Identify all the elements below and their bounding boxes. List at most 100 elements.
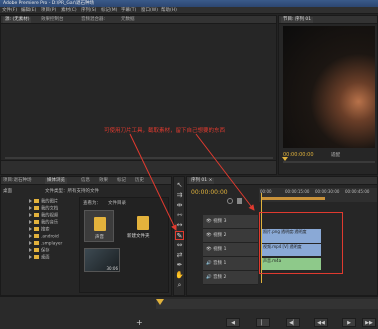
program-video-frame	[283, 26, 375, 148]
menu-item-sequence[interactable]: 序列(S)	[81, 7, 96, 14]
menu-item-window[interactable]: 窗口(W)	[141, 7, 158, 14]
tree-item[interactable]: .smplayer	[29, 241, 62, 247]
track-header-audio-2[interactable]: 🔊 音频 2	[203, 271, 258, 285]
program-playhead-icon[interactable]	[282, 157, 288, 161]
tree-item-label: 保存	[41, 248, 50, 254]
menu-bar: 文件(F) 编辑(E) 项目(P) 素材(C) 序列(S) 标记(M) 字幕(T…	[0, 7, 378, 14]
tree-item[interactable]: .android	[29, 234, 59, 240]
timeline-tabbar: 序列 01 ×	[187, 177, 377, 185]
tree-item[interactable]: 保存	[29, 248, 50, 254]
folder-icon	[34, 213, 39, 217]
project-panel: 项目:退石种场 媒体浏览 信息 效果 标记 历史 桌面 文件类型：所有支持的文件…	[0, 176, 172, 296]
tree-item[interactable]: 搜索	[29, 227, 50, 233]
menu-item-project[interactable]: 项目(P)	[41, 7, 56, 14]
menu-item-help[interactable]: 帮助(H)	[161, 7, 177, 14]
file-item-label: 声音	[95, 235, 104, 240]
select-tool-icon[interactable]: ↖	[175, 181, 184, 190]
rate-stretch-tool-icon[interactable]: ↔	[175, 221, 184, 230]
expand-icon	[29, 227, 32, 231]
menu-item-file[interactable]: 文件(F)	[2, 7, 17, 14]
expand-icon	[29, 241, 32, 245]
menu-item-marker[interactable]: 标记(M)	[101, 7, 117, 14]
track-label: 音频 1	[213, 261, 227, 266]
tree-item[interactable]: 我的音乐	[29, 220, 58, 226]
program-scrubber[interactable]	[283, 161, 375, 163]
tree-item-label: 我的视频	[41, 213, 59, 219]
speaker-icon: 🔊	[206, 261, 214, 266]
tree-item[interactable]: 我的文档	[29, 206, 58, 212]
source-bottom-bar	[1, 160, 276, 174]
tree-item[interactable]: 我的视频	[29, 213, 58, 219]
source-tabbar: 源: (无素材) 效果控制台 音频混合器: 元数据	[1, 16, 276, 24]
folder-icon	[34, 220, 39, 224]
project-tabbar: 项目:退石种场 媒体浏览 信息 效果 标记 历史	[1, 177, 171, 185]
expand-icon	[29, 234, 32, 238]
timeline-panel: 序列 01 × 00:00:00:00 00:00 00:00:15:00 00…	[186, 176, 378, 296]
expand-icon	[29, 213, 32, 217]
menu-item-edit[interactable]: 编辑(E)	[21, 7, 36, 14]
pen-tool-icon[interactable]: ✒	[175, 261, 184, 270]
slide-tool-icon[interactable]: ⇄	[175, 251, 184, 260]
tab-effect-controls[interactable]: 效果控制台	[41, 17, 64, 23]
track-select-tool-icon[interactable]: ⇉	[175, 191, 184, 200]
track-header-audio-1[interactable]: 🔊 音频 1	[203, 257, 258, 271]
tab-source[interactable]: 源: (无素材)	[3, 17, 32, 23]
zoom-tool-icon[interactable]: ⌕	[175, 281, 184, 290]
hand-tool-icon[interactable]: ✋	[175, 271, 184, 280]
tab-audio-mixer[interactable]: 音频混合器:	[81, 17, 105, 23]
tab-sequence[interactable]: 序列 01 ×	[189, 178, 215, 184]
file-view: 查看为： 文件目录 声音 新建文件夹 30:06	[79, 197, 169, 293]
track-header-video-1[interactable]: 👁 视频 1	[203, 243, 258, 257]
work-area-bar[interactable]	[261, 197, 325, 200]
tree-item-label: .smplayer	[41, 241, 63, 247]
timeline-ruler[interactable]: 00:00 00:00:15:00 00:00:30:00 00:00:45:0…	[259, 188, 377, 202]
tab-info[interactable]: 信息	[81, 178, 90, 184]
menu-item-title[interactable]: 字幕(T)	[121, 7, 136, 14]
tab-media-browser[interactable]: 媒体浏览	[45, 178, 67, 184]
expand-icon	[29, 220, 32, 224]
tab-metadata[interactable]: 元数据	[121, 17, 135, 23]
drive-dropdown[interactable]: 桌面	[3, 188, 12, 194]
go-to-in-button[interactable]: ◀▏	[286, 318, 300, 327]
program-fit-dropdown[interactable]: 适配	[331, 152, 340, 158]
marker-icon[interactable]	[237, 198, 242, 204]
file-item[interactable]: 新建文件夹	[126, 210, 160, 242]
tab-effects[interactable]: 效果	[99, 178, 108, 184]
tree-item[interactable]: 桌面	[29, 255, 50, 261]
track-header-video-3[interactable]: 👁 视频 3	[203, 215, 258, 229]
file-item[interactable]: 声音	[84, 210, 114, 242]
tab-history[interactable]: 历史	[135, 178, 144, 184]
program-tabbar: 节目: 序列 01	[279, 16, 377, 24]
folder-icon	[34, 241, 39, 245]
rewind-button[interactable]: ◀◀	[314, 318, 328, 327]
folder-icon	[34, 248, 39, 252]
track-header-video-2[interactable]: 👁 视频 2	[203, 229, 258, 243]
tab-program[interactable]: 节目: 序列 01	[281, 17, 314, 23]
tab-markers[interactable]: 标记	[117, 178, 126, 184]
window-title: Adobe Premiere Pro - D:\PR_Gar\退石种场	[3, 1, 94, 6]
video-thumbnail[interactable]: 30:06	[84, 248, 120, 272]
filetype-dropdown[interactable]: 文件类型：所有支持的文件	[45, 188, 99, 194]
tab-project[interactable]: 项目:退石种场	[3, 178, 32, 184]
view-as-value[interactable]: 文件目录	[108, 200, 126, 206]
folder-icon	[34, 227, 39, 231]
menu-item-clip[interactable]: 素材(C)	[61, 7, 77, 14]
rolling-edit-tool-icon[interactable]: ⇿	[175, 211, 184, 220]
track-label: 视频 3	[213, 219, 227, 224]
expand-icon	[29, 199, 32, 203]
source-scrubber[interactable]	[5, 157, 273, 159]
play-button[interactable]: ▶	[342, 318, 356, 327]
ripple-edit-tool-icon[interactable]: ⇹	[175, 201, 184, 210]
expand-icon	[29, 255, 32, 259]
mark-in-button[interactable]: ▏	[256, 318, 270, 327]
fast-forward-button[interactable]: ▶▶	[362, 318, 376, 327]
razor-tool-icon[interactable]: ✎	[175, 231, 184, 240]
transport-scrubber[interactable]	[156, 299, 378, 309]
tree-item[interactable]: 我的图片	[29, 199, 58, 205]
view-as-label: 查看为：	[83, 201, 101, 206]
step-back-button[interactable]: ◀	[226, 318, 240, 327]
add-button[interactable]: +	[136, 318, 143, 327]
snap-icon[interactable]	[227, 198, 233, 204]
ruler-label: 00:00:45:00	[345, 189, 370, 194]
slip-tool-icon[interactable]: ⇔	[175, 241, 184, 250]
